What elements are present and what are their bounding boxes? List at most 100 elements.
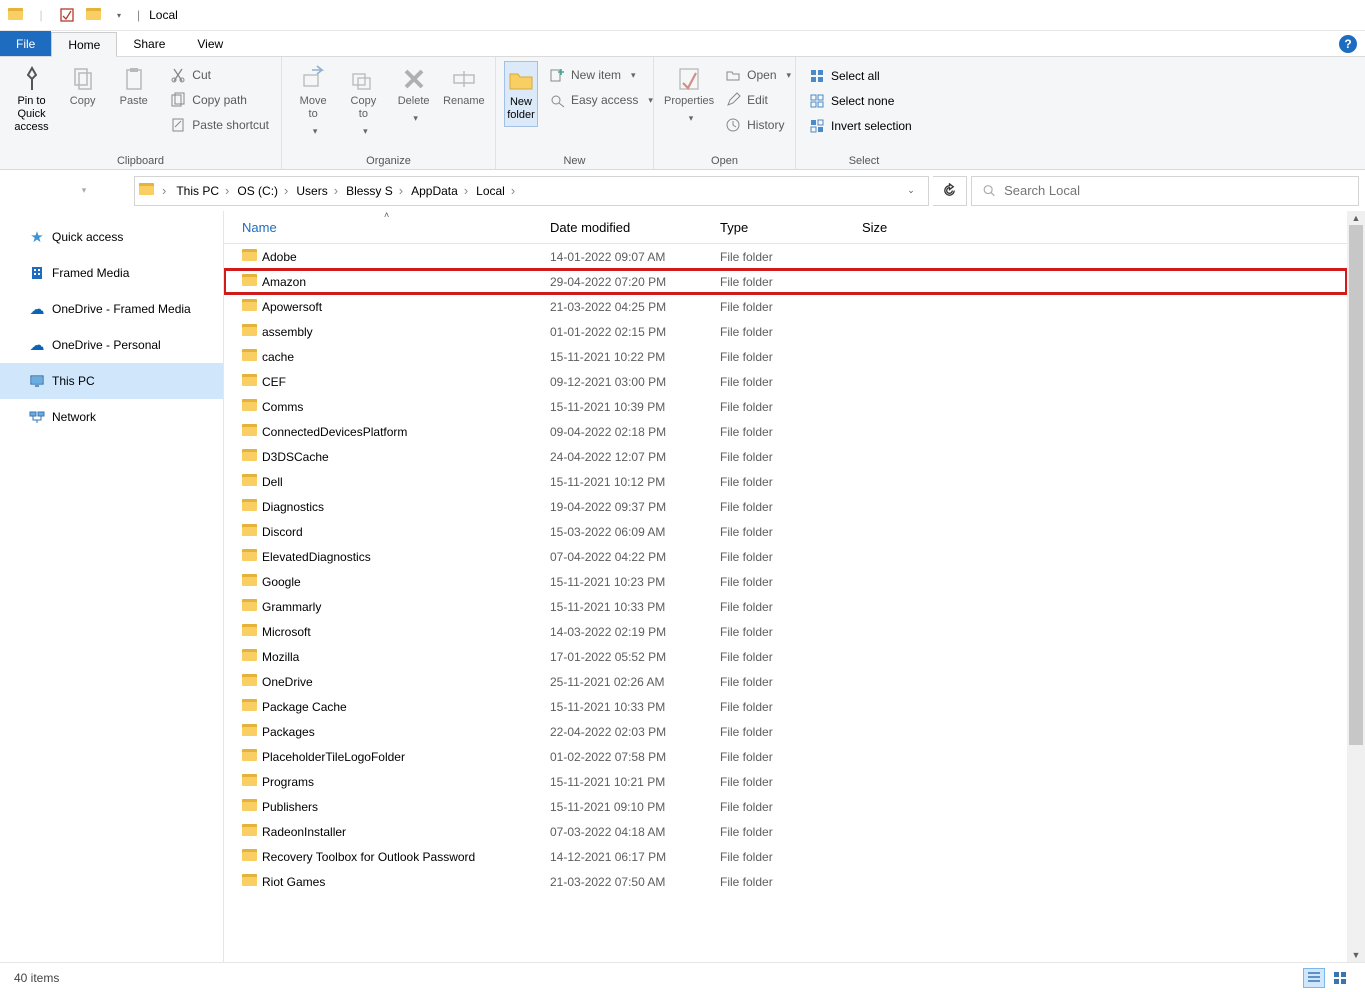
- table-row[interactable]: ElevatedDiagnostics07-04-2022 04:22 PMFi…: [224, 544, 1347, 569]
- recent-locations-button[interactable]: ▾: [70, 177, 98, 205]
- ribbon-minimize-icon[interactable]: : [1322, 38, 1331, 50]
- table-row[interactable]: PlaceholderTileLogoFolder01-02-2022 07:5…: [224, 744, 1347, 769]
- search-input[interactable]: [1004, 183, 1348, 198]
- tree-onedrive-framed[interactable]: ☁ OneDrive - Framed Media: [0, 291, 223, 327]
- close-button[interactable]: : [1319, 0, 1365, 31]
- easy-access-button[interactable]: Easy access: [544, 89, 657, 111]
- tab-file[interactable]: File: [0, 31, 51, 56]
- paste-shortcut-button[interactable]: Paste shortcut: [165, 114, 273, 136]
- delete-button[interactable]: Delete: [391, 61, 437, 128]
- address-dropdown-button[interactable]: ⌄: [898, 177, 924, 205]
- row-name: assembly: [262, 325, 550, 339]
- tree-quick-access[interactable]: ★ Quick access: [0, 219, 223, 255]
- tab-share[interactable]: Share: [117, 31, 181, 56]
- select-all-button[interactable]: Select all: [804, 65, 916, 87]
- table-row[interactable]: Adobe14-01-2022 09:07 AMFile folder: [224, 244, 1347, 269]
- refresh-button[interactable]: [933, 176, 967, 206]
- column-date[interactable]: Date modified: [550, 220, 720, 235]
- row-date: 15-11-2021 10:39 PM: [550, 400, 720, 414]
- table-row[interactable]: Recovery Toolbox for Outlook Password14-…: [224, 844, 1347, 869]
- copy-path-button[interactable]: Copy path: [165, 89, 273, 111]
- row-date: 21-03-2022 04:25 PM: [550, 300, 720, 314]
- breadcrumb-segment[interactable]: This PC: [174, 183, 233, 198]
- table-row[interactable]: Publishers15-11-2021 09:10 PMFile folder: [224, 794, 1347, 819]
- table-row[interactable]: Programs15-11-2021 10:21 PMFile folder: [224, 769, 1347, 794]
- tree-onedrive-personal[interactable]: ☁ OneDrive - Personal: [0, 327, 223, 363]
- table-row[interactable]: Package Cache15-11-2021 10:33 PMFile fol…: [224, 694, 1347, 719]
- edit-button[interactable]: Edit: [720, 89, 795, 111]
- group-organize: Move to Copy to Delete Rename Organize: [282, 57, 496, 169]
- table-row[interactable]: Dell15-11-2021 10:12 PMFile folder: [224, 469, 1347, 494]
- tree-network[interactable]:  Network: [0, 399, 223, 435]
- tree-this-pc[interactable]:  This PC: [0, 363, 223, 399]
- table-row[interactable]: Diagnostics19-04-2022 09:37 PMFile folde…: [224, 494, 1347, 519]
- tab-home[interactable]: Home: [51, 32, 117, 57]
- invert-selection-button[interactable]: Invert selection: [804, 115, 916, 137]
- window-title: Local: [143, 8, 178, 22]
- search-box[interactable]: [971, 176, 1359, 206]
- maximize-button[interactable]: : [1273, 0, 1319, 31]
- back-button[interactable]: : [6, 177, 34, 205]
- column-name[interactable]: Name: [242, 220, 550, 235]
- table-row[interactable]: D3DSCache24-04-2022 12:07 PMFile folder: [224, 444, 1347, 469]
- row-name: Package Cache: [262, 700, 550, 714]
- minimize-button[interactable]: : [1227, 0, 1273, 31]
- table-row[interactable]: Microsoft14-03-2022 02:19 PMFile folder: [224, 619, 1347, 644]
- paste-shortcut-icon: [169, 117, 186, 134]
- up-button[interactable]: : [102, 177, 130, 205]
- rename-button[interactable]: Rename: [441, 61, 487, 112]
- table-row[interactable]: ConnectedDevicesPlatform09-04-2022 02:18…: [224, 419, 1347, 444]
- table-row[interactable]: Discord15-03-2022 06:09 AMFile folder: [224, 519, 1347, 544]
- forward-button[interactable]: : [38, 177, 66, 205]
- new-item-button[interactable]: New item: [544, 64, 657, 86]
- scrollbar-thumb[interactable]: [1349, 225, 1363, 745]
- breadcrumb-segment[interactable]: Blessy S: [344, 183, 407, 198]
- table-row[interactable]: Comms15-11-2021 10:39 PMFile folder: [224, 394, 1347, 419]
- move-to-button[interactable]: Move to: [290, 61, 336, 141]
- scroll-up-icon[interactable]: ▲: [1347, 211, 1365, 225]
- tab-view[interactable]: View: [181, 31, 239, 56]
- breadcrumb-segment[interactable]: Local: [474, 183, 519, 198]
- help-icon[interactable]: ?: [1339, 35, 1357, 53]
- copy-button[interactable]: Copy: [59, 61, 106, 112]
- row-date: 15-03-2022 06:09 AM: [550, 525, 720, 539]
- history-button[interactable]: History: [720, 114, 795, 136]
- breadcrumb-segment[interactable]: Users: [294, 183, 342, 198]
- cut-button[interactable]: Cut: [165, 64, 273, 86]
- select-none-button[interactable]: Select none: [804, 90, 916, 112]
- table-row[interactable]: Packages22-04-2022 02:03 PMFile folder: [224, 719, 1347, 744]
- thumbnails-view-button[interactable]: [1329, 968, 1351, 988]
- qat-dropdown[interactable]: ▾: [108, 4, 130, 26]
- address-bar[interactable]: This PCOS (C:)UsersBlessy SAppDataLocal …: [134, 176, 929, 206]
- column-size[interactable]: Size: [862, 220, 887, 235]
- table-row[interactable]: Amazon29-04-2022 07:20 PMFile folder: [224, 269, 1347, 294]
- table-row[interactable]: Google15-11-2021 10:23 PMFile folder: [224, 569, 1347, 594]
- details-view-button[interactable]: [1303, 968, 1325, 988]
- folder-qat-icon[interactable]: [82, 4, 104, 26]
- row-name: OneDrive: [262, 675, 550, 689]
- new-folder-button[interactable]: New folder: [504, 61, 538, 127]
- table-row[interactable]: Apowersoft21-03-2022 04:25 PMFile folder: [224, 294, 1347, 319]
- paste-button[interactable]: Paste: [110, 61, 157, 112]
- table-row[interactable]: OneDrive25-11-2021 02:26 AMFile folder: [224, 669, 1347, 694]
- properties-button[interactable]: Properties: [662, 61, 716, 128]
- open-button[interactable]: Open: [720, 64, 795, 86]
- breadcrumb-segment[interactable]: OS (C:): [235, 183, 292, 198]
- table-row[interactable]: RadeonInstaller07-03-2022 04:18 AMFile f…: [224, 819, 1347, 844]
- table-row[interactable]: CEF09-12-2021 03:00 PMFile folder: [224, 369, 1347, 394]
- column-type[interactable]: Type: [720, 220, 862, 235]
- table-row[interactable]: Mozilla17-01-2022 05:52 PMFile folder: [224, 644, 1347, 669]
- table-row[interactable]: cache15-11-2021 10:22 PMFile folder: [224, 344, 1347, 369]
- vertical-scrollbar[interactable]: ▲ ▼: [1347, 211, 1365, 962]
- pin-quick-access-button[interactable]: Pin to Quick access: [8, 61, 55, 138]
- properties-qat-icon[interactable]: [56, 4, 78, 26]
- table-row[interactable]: Grammarly15-11-2021 10:33 PMFile folder: [224, 594, 1347, 619]
- tree-framed-media[interactable]:  Framed Media: [0, 255, 223, 291]
- row-name: Packages: [262, 725, 550, 739]
- breadcrumb-segment[interactable]: AppData: [409, 183, 472, 198]
- scroll-down-icon[interactable]: ▼: [1347, 948, 1365, 962]
- table-row[interactable]: Riot Games21-03-2022 07:50 AMFile folder: [224, 869, 1347, 894]
- copy-icon: [69, 65, 97, 93]
- table-row[interactable]: assembly01-01-2022 02:15 PMFile folder: [224, 319, 1347, 344]
- copy-to-button[interactable]: Copy to: [340, 61, 386, 141]
